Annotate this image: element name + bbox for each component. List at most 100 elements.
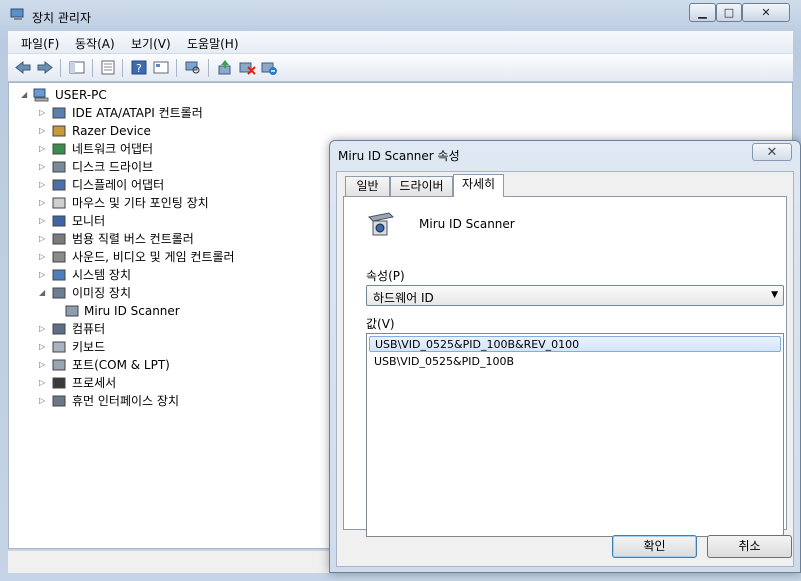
expand-arrow-icon[interactable]: ▷: [39, 158, 47, 176]
tree-item-label: 휴먼 인터페이스 장치: [72, 394, 179, 408]
tree-item-label: 이미징 장치: [72, 286, 132, 300]
forward-icon[interactable]: [36, 59, 54, 76]
tree-item-label: 모니터: [72, 214, 106, 228]
toolbar: ?: [8, 54, 793, 82]
expand-arrow-icon[interactable]: ▷: [39, 176, 47, 194]
uninstall-icon[interactable]: [260, 59, 278, 76]
maximize-button[interactable]: □: [716, 3, 742, 22]
dialog-title: Miru ID Scanner 속성: [338, 149, 460, 163]
tab-details[interactable]: 자세히: [453, 174, 504, 197]
close-button[interactable]: ✕: [742, 3, 790, 22]
tree-item-label: 디스플레이 어댑터: [72, 178, 165, 192]
mouse-icon: [52, 197, 66, 209]
computer-icon: [52, 323, 66, 335]
razer-icon: [52, 125, 66, 137]
collapse-arrow-icon[interactable]: ◢: [39, 284, 47, 302]
expand-arrow-icon[interactable]: ▷: [39, 392, 47, 410]
hid-icon: [52, 395, 66, 407]
menu-action[interactable]: 동작(A): [75, 35, 115, 52]
ok-button[interactable]: 확인: [612, 535, 697, 558]
network-icon: [52, 143, 66, 155]
tree-item[interactable]: ▷ 디스플레이 어댑터: [39, 176, 339, 194]
tree-item[interactable]: ▷ Razer Device: [39, 122, 339, 140]
back-icon[interactable]: [14, 59, 32, 76]
property-select[interactable]: 하드웨어 ID ▼: [366, 285, 784, 306]
processor-icon: [52, 377, 66, 389]
tree-item-label: 네트워크 어댑터: [72, 142, 154, 156]
tree-item[interactable]: ▷ 디스크 드라이브: [39, 158, 339, 176]
disable-icon[interactable]: [238, 59, 256, 76]
tab-driver[interactable]: 드라이버: [390, 176, 453, 196]
tree-item[interactable]: ▷ 프로세서: [39, 374, 339, 392]
monitor-icon: [52, 215, 66, 227]
expand-arrow-icon[interactable]: ▷: [39, 104, 47, 122]
ide-icon: [52, 107, 66, 119]
menu-view[interactable]: 보기(V): [131, 35, 171, 52]
expand-arrow-icon[interactable]: ▷: [39, 248, 47, 266]
tree-item[interactable]: ▷ IDE ATA/ATAPI 컨트롤러: [39, 104, 339, 122]
menu-file[interactable]: 파일(F): [21, 35, 59, 52]
dialog-close-button[interactable]: ✕: [752, 143, 792, 161]
expand-arrow-icon[interactable]: ▷: [39, 338, 47, 356]
tree-item[interactable]: ▷ 범용 직렬 버스 컨트롤러: [39, 230, 339, 248]
help-icon[interactable]: ?: [130, 59, 148, 76]
expand-arrow-icon[interactable]: ▷: [39, 122, 47, 140]
tree-root[interactable]: ◢ USER-PC: [21, 86, 321, 104]
sound-icon: [52, 251, 66, 263]
collapse-arrow-icon[interactable]: ◢: [21, 86, 29, 104]
imaging-icon: [52, 287, 66, 299]
dialog-body: 일반 드라이버 자세히 Miru ID Scanner 속성(P) 하드웨어 I…: [336, 171, 794, 567]
expand-arrow-icon[interactable]: ▷: [39, 320, 47, 338]
tree-item[interactable]: ▷ 포트(COM & LPT): [39, 356, 339, 374]
tree-item[interactable]: ▷ 시스템 장치: [39, 266, 339, 284]
property-select-value: 하드웨어 ID: [373, 291, 434, 305]
tree-item[interactable]: ◢ 이미징 장치: [39, 284, 339, 302]
expand-arrow-icon[interactable]: ▷: [39, 266, 47, 284]
show-hide-tree-icon[interactable]: [68, 59, 86, 76]
tree-item[interactable]: ▷ 네트워크 어댑터: [39, 140, 339, 158]
disk-icon: [52, 161, 66, 173]
properties-dialog: Miru ID Scanner 속성 ✕ 일반 드라이버 자세히 Miru ID…: [329, 140, 801, 573]
tree-item[interactable]: ▷ 사운드, 비디오 및 게임 컨트롤러: [39, 248, 339, 266]
tree-item[interactable]: ▷ 키보드: [39, 338, 339, 356]
scan-hardware-icon[interactable]: [184, 59, 202, 76]
value-item-2[interactable]: USB\VID_0525&PID_100B: [369, 354, 781, 370]
expand-arrow-icon[interactable]: ▷: [39, 140, 47, 158]
properties-icon[interactable]: [99, 59, 117, 76]
chevron-down-icon[interactable]: ▼: [771, 290, 778, 300]
tree-item[interactable]: ▷ 휴먼 인터페이스 장치: [39, 392, 339, 410]
tree-item[interactable]: ▷ 마우스 및 기타 포인팅 장치: [39, 194, 339, 212]
keyboard-icon: [52, 341, 66, 353]
menu-help[interactable]: 도움말(H): [187, 35, 239, 52]
expand-arrow-icon[interactable]: ▷: [39, 194, 47, 212]
view-icon[interactable]: [152, 59, 170, 76]
minimize-button[interactable]: ▁: [689, 3, 716, 22]
cancel-button[interactable]: 취소: [707, 535, 792, 558]
update-driver-icon[interactable]: [216, 59, 234, 76]
tree-item-label: Razer Device: [72, 124, 151, 138]
system-icon: [52, 269, 66, 281]
tab-general[interactable]: 일반: [345, 176, 390, 196]
value-list[interactable]: USB\VID_0525&PID_100B&REV_0100 USB\VID_0…: [366, 333, 784, 537]
expand-arrow-icon[interactable]: ▷: [39, 212, 47, 230]
svg-text:?: ?: [136, 62, 142, 75]
tree-item[interactable]: Miru ID Scanner: [64, 302, 364, 320]
tree-item-label: 컴퓨터: [72, 322, 106, 336]
computer-root-icon: [33, 88, 49, 102]
port-icon: [52, 359, 66, 371]
tree-item-label: 프로세서: [72, 376, 117, 390]
tree-item[interactable]: ▷ 모니터: [39, 212, 339, 230]
title-bar[interactable]: 장치 관리자: [6, 0, 686, 30]
tree-item[interactable]: ▷ 컴퓨터: [39, 320, 339, 338]
expand-arrow-icon[interactable]: ▷: [39, 374, 47, 392]
tree-item-label: 시스템 장치: [72, 268, 132, 282]
tree-item-label: IDE ATA/ATAPI 컨트롤러: [72, 106, 203, 120]
property-label: 속성(P): [366, 269, 405, 283]
tree-item-label: 포트(COM & LPT): [72, 358, 170, 372]
expand-arrow-icon[interactable]: ▷: [39, 230, 47, 248]
scanner-icon: [65, 305, 79, 317]
value-item-1[interactable]: USB\VID_0525&PID_100B&REV_0100: [369, 336, 781, 352]
details-panel: Miru ID Scanner 속성(P) 하드웨어 ID ▼ 값(V) USB…: [343, 196, 787, 537]
usb-icon: [52, 233, 66, 245]
expand-arrow-icon[interactable]: ▷: [39, 356, 47, 374]
